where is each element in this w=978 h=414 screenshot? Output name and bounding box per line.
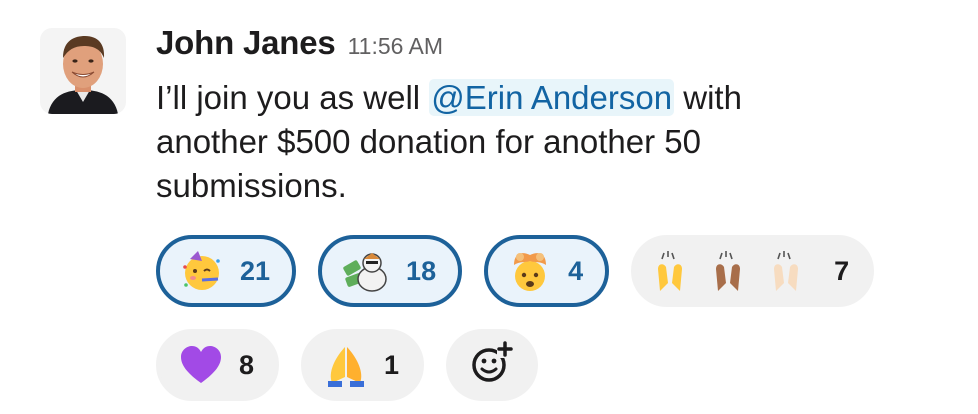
avatar-image (40, 28, 126, 114)
timestamp[interactable]: 11:56 AM (348, 33, 443, 60)
author-name[interactable]: John Janes (156, 24, 336, 62)
reaction-row: 8 1 (156, 328, 956, 402)
message-header: John Janes 11:56 AM (156, 24, 956, 74)
reaction-folded-hands[interactable]: 1 (301, 329, 425, 401)
reaction-count: 7 (834, 255, 850, 286)
reaction-purple-heart[interactable]: 8 (156, 329, 280, 401)
partying-face-icon (180, 250, 224, 292)
reaction-count: 1 (384, 349, 400, 380)
reaction-count: 4 (568, 255, 584, 286)
folded-hands-icon (324, 344, 368, 387)
custom-money-character-icon (342, 250, 390, 292)
reaction-count: 21 (240, 255, 271, 286)
add-reaction-button[interactable] (446, 329, 539, 401)
raised-hands-multi-skin-tone-icon (654, 250, 818, 292)
message-text-before: I’ll join you as well (156, 79, 430, 116)
add-reaction-icon (469, 340, 515, 391)
reaction-row: 21 18 4 7 (156, 234, 956, 308)
reaction-exploding-head[interactable]: 4 (484, 235, 610, 307)
reaction-custom-money-character[interactable]: 18 (318, 235, 463, 307)
reaction-partying-face[interactable]: 21 (156, 235, 297, 307)
reactions-bar: 21 18 4 7 8 1 (156, 234, 956, 402)
reaction-count: 8 (239, 349, 255, 380)
avatar[interactable] (40, 28, 126, 114)
reaction-raised-hands[interactable]: 7 (631, 235, 875, 307)
message: John Janes 11:56 AM I’ll join you as wel… (156, 24, 956, 208)
user-mention[interactable]: @Erin Anderson (429, 79, 675, 116)
exploding-head-icon (508, 250, 552, 292)
reaction-count: 18 (406, 255, 437, 286)
purple-heart-icon (179, 344, 223, 386)
message-text: I’ll join you as well @Erin Anderson wit… (156, 76, 846, 208)
